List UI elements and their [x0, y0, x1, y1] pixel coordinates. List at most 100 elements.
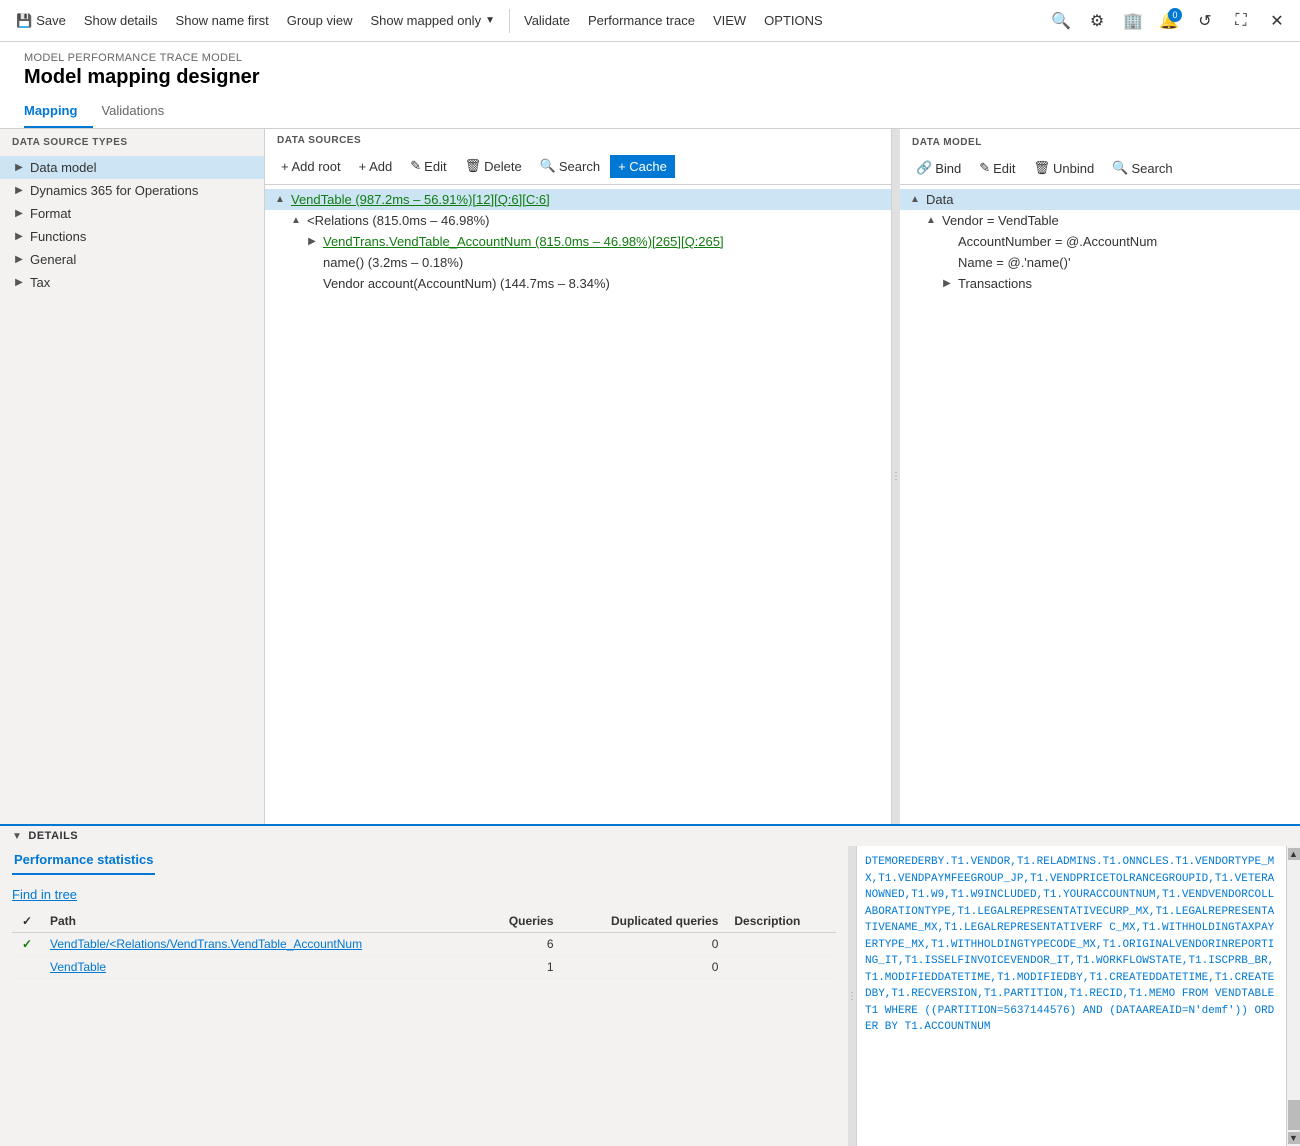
tab-validations[interactable]: Validations: [101, 95, 180, 128]
unbind-button[interactable]: 🗑 Unbind: [1026, 156, 1103, 180]
bind-button[interactable]: 🔗 Bind: [908, 156, 969, 180]
settings-icon[interactable]: ⚙: [1082, 6, 1112, 36]
view-button[interactable]: VIEW: [705, 9, 754, 32]
scroll-thumb[interactable]: [1288, 1100, 1300, 1130]
edit-icon: ✎: [410, 158, 421, 174]
chevron-right-icon: ▶: [12, 254, 26, 265]
tree-node-data[interactable]: ▲ Data: [900, 189, 1300, 210]
col-path: Path: [42, 910, 480, 933]
page-header: MODEL PERFORMANCE TRACE MODEL Model mapp…: [0, 42, 1300, 95]
dup-queries-value: 0: [562, 933, 727, 956]
link-icon: 🔗: [916, 160, 932, 176]
chevron-right-icon: ▶: [12, 277, 26, 288]
col-check: ✓: [12, 910, 42, 933]
show-details-button[interactable]: Show details: [76, 9, 166, 32]
group-view-button[interactable]: Group view: [279, 9, 361, 32]
chevron-right-icon: ▶: [12, 231, 26, 242]
notification-badge: 0: [1168, 8, 1182, 22]
sidebar-item-data-model[interactable]: ▶ Data model: [0, 156, 264, 179]
page-title: Model mapping designer: [24, 66, 1276, 89]
tree-node-relations[interactable]: ▲ <Relations (815.0ms – 46.98%): [265, 210, 891, 231]
tree-node-name[interactable]: Name = @.'name()': [900, 252, 1300, 273]
edit-icon: ✎: [979, 160, 990, 176]
tree-node-name[interactable]: name() (3.2ms – 0.18%): [265, 252, 891, 273]
tab-mapping[interactable]: Mapping: [24, 95, 93, 128]
sidebar-item-dynamics365[interactable]: ▶ Dynamics 365 for Operations: [0, 179, 264, 202]
vertical-drag-handle[interactable]: ⋮: [848, 846, 856, 1146]
breadcrumb: MODEL PERFORMANCE TRACE MODEL: [24, 52, 1276, 64]
sql-content: DTEMOREDERBY.T1.VENDOR,T1.RELADMINS.T1.O…: [857, 846, 1286, 1146]
tree-node-account-number[interactable]: AccountNumber = @.AccountNum: [900, 231, 1300, 252]
cache-button[interactable]: + Cache: [610, 155, 675, 178]
tree-node-vendor[interactable]: ▲ Vendor = VendTable: [900, 210, 1300, 231]
office-icon[interactable]: 🏢: [1118, 6, 1148, 36]
tab-bar: Mapping Validations: [0, 95, 1300, 129]
sidebar-item-tax[interactable]: ▶ Tax: [0, 271, 264, 294]
search-button[interactable]: 🔍: [1046, 6, 1076, 36]
check-icon: ✓: [22, 937, 32, 951]
toolbar-right: 🔍 ⚙ 🏢 🔔 0 ↺ ⛶ ✕: [1046, 6, 1292, 36]
dup-queries-value: 0: [562, 956, 727, 979]
queries-value: 6: [480, 933, 561, 956]
refresh-button[interactable]: ↺: [1190, 6, 1220, 36]
main-toolbar: 💾 Save Show details Show name first Grou…: [0, 0, 1300, 42]
sidebar-item-functions[interactable]: ▶ Functions: [0, 225, 264, 248]
sidebar-item-format[interactable]: ▶ Format: [0, 202, 264, 225]
search-icon: 🔍: [1112, 160, 1128, 176]
delete-button[interactable]: 🗑 Delete: [457, 154, 530, 178]
scroll-up-arrow[interactable]: ▲: [1288, 848, 1300, 860]
sql-panel: DTEMOREDERBY.T1.VENDOR,T1.RELADMINS.T1.O…: [856, 846, 1286, 1146]
data-sources-tree: ▲ VendTable (987.2ms – 56.91%)[12][Q:6][…: [265, 185, 891, 824]
chevron-down-icon: ▼: [485, 15, 495, 26]
add-root-button[interactable]: + Add root: [273, 155, 349, 178]
chevron-down-icon: ▲: [908, 194, 922, 205]
right-panel: DATA MODEL 🔗 Bind ✎ Edit 🗑 Unbind 🔍 Sear…: [900, 129, 1300, 824]
source-types-tree: ▶ Data model ▶ Dynamics 365 for Operatio…: [0, 152, 264, 824]
main-layout: DATA SOURCE TYPES ▶ Data model ▶ Dynamic…: [0, 129, 1300, 824]
find-in-tree-link[interactable]: Find in tree: [12, 883, 836, 910]
separator: [509, 9, 510, 33]
chevron-right-icon: ▶: [12, 162, 26, 173]
chevron-down-icon: ▼: [12, 831, 22, 842]
performance-panel: Performance statistics Find in tree ✓ Pa…: [0, 846, 848, 1146]
path-link[interactable]: VendTable: [50, 960, 106, 974]
search-button[interactable]: 🔍 Search: [1104, 156, 1180, 180]
save-icon: 💾: [16, 13, 32, 29]
chevron-right-icon: ▶: [12, 185, 26, 196]
show-name-button[interactable]: Show name first: [168, 9, 277, 32]
details-header: ▼ DETAILS: [0, 826, 1300, 846]
add-button[interactable]: + Add: [351, 155, 401, 178]
performance-trace-button[interactable]: Performance trace: [580, 9, 703, 32]
tree-node-vendtable[interactable]: ▲ VendTable (987.2ms – 56.91%)[12][Q:6][…: [265, 189, 891, 210]
col-queries: Queries: [480, 910, 561, 933]
search-button[interactable]: 🔍 Search: [532, 154, 608, 178]
tree-node-transactions[interactable]: ▶ Transactions: [900, 273, 1300, 294]
edit-button[interactable]: ✎ Edit: [971, 156, 1023, 180]
scroll-down-arrow[interactable]: ▼: [1288, 1132, 1300, 1144]
delete-icon: 🗑: [465, 158, 482, 174]
edit-button[interactable]: ✎ Edit: [402, 154, 454, 178]
unlink-icon: 🗑: [1034, 160, 1051, 176]
path-link[interactable]: VendTable/<Relations/VendTrans.VendTable…: [50, 937, 362, 951]
table-row: ✓ VendTable/<Relations/VendTrans.VendTab…: [12, 933, 836, 956]
performance-table: ✓ Path Queries Duplicated queries Descri…: [12, 910, 836, 979]
data-source-types-label: DATA SOURCE TYPES: [0, 129, 264, 152]
tree-node-vendtrans[interactable]: ▶ VendTrans.VendTable_AccountNum (815.0m…: [265, 231, 891, 252]
sidebar-item-general[interactable]: ▶ General: [0, 248, 264, 271]
save-button[interactable]: 💾 Save: [8, 9, 74, 33]
col-description: Description: [726, 910, 836, 933]
center-panel: DATA SOURCES + Add root + Add ✎ Edit 🗑 D…: [265, 129, 892, 824]
options-button[interactable]: OPTIONS: [756, 9, 831, 32]
chevron-right-icon: ▶: [940, 278, 954, 289]
chevron-right-icon: ▶: [305, 236, 319, 247]
close-button[interactable]: ✕: [1262, 6, 1292, 36]
performance-statistics-tab[interactable]: Performance statistics: [12, 846, 155, 875]
expand-button[interactable]: ⛶: [1226, 6, 1256, 36]
notification-button[interactable]: 🔔 0: [1154, 6, 1184, 36]
validate-button[interactable]: Validate: [516, 9, 578, 32]
horizontal-drag-handle[interactable]: ⋮: [892, 129, 900, 824]
search-icon: 🔍: [540, 158, 556, 174]
scrollbar-vertical[interactable]: ▲ ▼: [1286, 846, 1300, 1146]
show-mapped-button[interactable]: Show mapped only ▼: [363, 9, 503, 32]
tree-node-vendor-account[interactable]: Vendor account(AccountNum) (144.7ms – 8.…: [265, 273, 891, 294]
